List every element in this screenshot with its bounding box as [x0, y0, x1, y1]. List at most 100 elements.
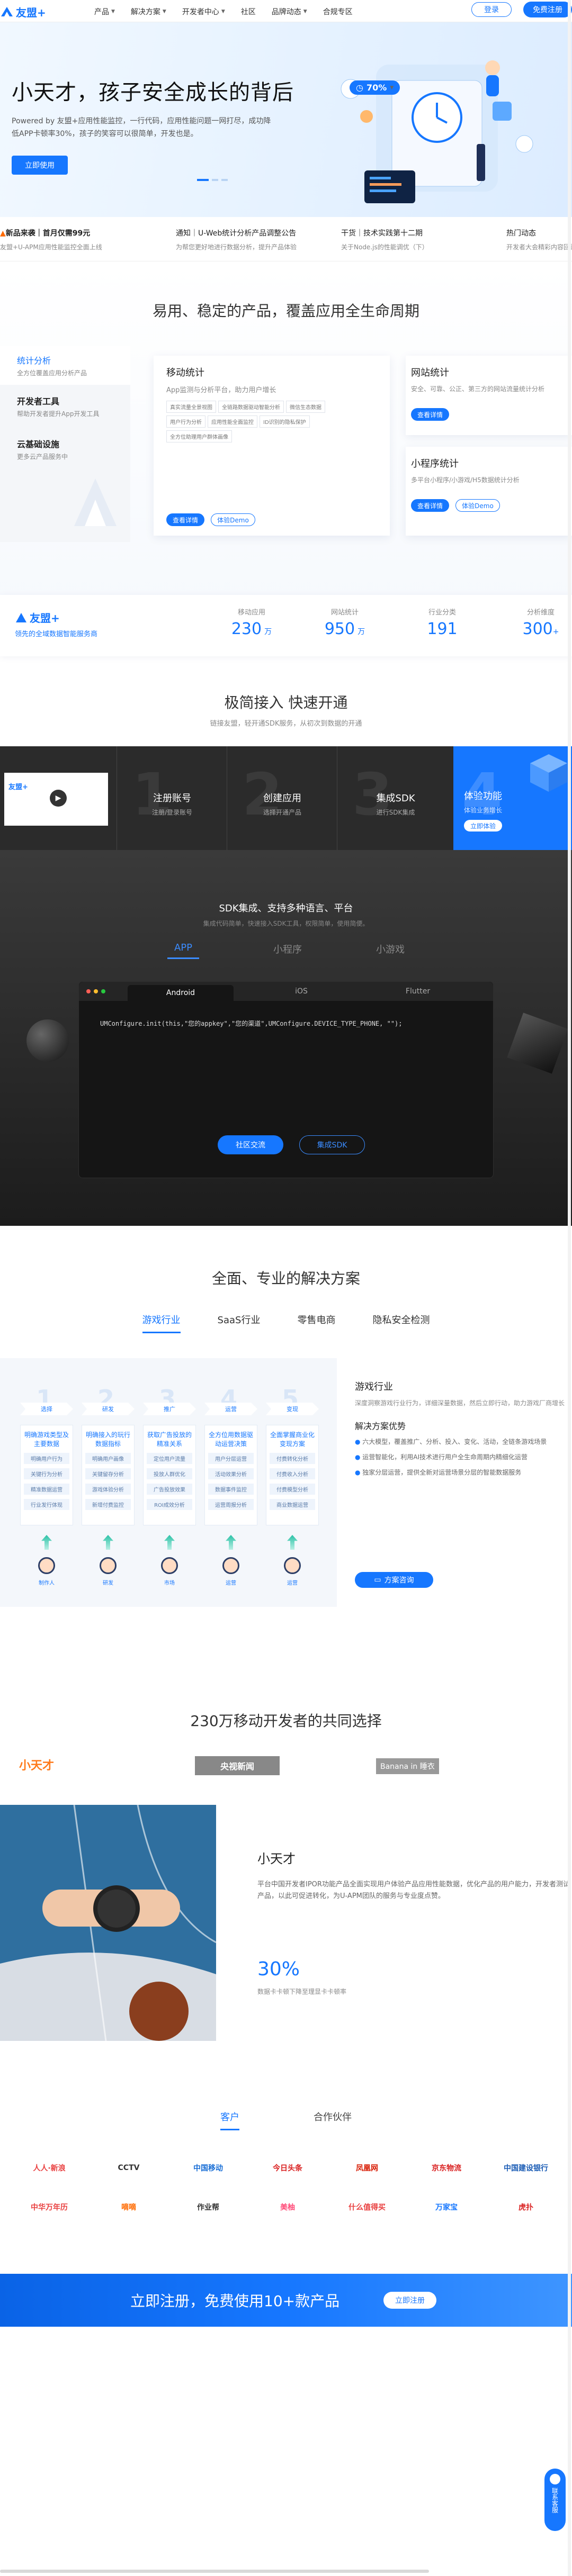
try-now-button[interactable]: 立即体验 — [464, 820, 502, 831]
partner-logo[interactable]: 京东物流 — [412, 2157, 481, 2179]
consult-button[interactable]: ▭ 方案咨询 — [355, 1572, 433, 1588]
nav-menu: 产品 ▼ 解决方案 ▼ 开发者中心 ▼ 社区 品牌动态 ▼ 合规专区 — [94, 6, 353, 17]
card-mobile-analytics[interactable]: 移动统计 App监测与分析平台，助力用户增长 真实流量全景视图 全链路数据驱动智能… — [154, 356, 390, 536]
integrate-sdk-button[interactable]: 集成SDK — [299, 1135, 365, 1154]
sidebar-item-analytics[interactable]: 统计分析 全方位覆盖应用分析产品 — [0, 346, 130, 385]
video-thumbnail[interactable]: 友盟+ ▶ — [4, 773, 108, 826]
login-button[interactable]: 登录 — [471, 2, 512, 17]
partner-logo[interactable]: 凤凰网 — [333, 2157, 401, 2179]
nav-compliance[interactable]: 合规专区 — [323, 6, 353, 17]
partner-logo[interactable]: 今日头条 — [253, 2157, 322, 2179]
access-sub: 链接友盟，轻开通SDK服务，从初次到数据的开通 — [210, 720, 362, 728]
partner-logo[interactable]: CCTV — [94, 2157, 163, 2179]
tab-gaming[interactable]: 游戏行业 — [142, 1313, 181, 1333]
flow-person: 研发 — [103, 1580, 113, 1586]
solution-detail-title: 游戏行业 — [355, 1381, 393, 1393]
code-tab-ios[interactable]: iOS — [248, 987, 354, 996]
nav-brand[interactable]: 品牌动态 ▼ — [272, 6, 307, 17]
tab-partners[interactable]: 合作伙伴 — [314, 2110, 352, 2130]
play-icon[interactable]: ▶ — [50, 790, 67, 807]
page-scrollbar[interactable] — [568, 0, 571, 2576]
news-item[interactable]: 热门动态 开发者大会精彩内容回顾 — [506, 228, 572, 251]
hero-desc-1: Powered by 友盟+应用性能监控，一行代码，应用性能问题一网打尽，成功降 — [12, 117, 271, 125]
news-title: 通知｜U-Web统计分析产品调整公告 — [176, 229, 297, 238]
story-metric: 30% — [257, 1958, 300, 1980]
flow-card: 明确接入的玩行数据指标 明确用户画像 关键留存分析 游戏体验分析 新增付费监控 — [82, 1425, 135, 1525]
floating-contact-label: 联系客服 — [551, 2488, 559, 2513]
stat-label: 行业分类 — [428, 609, 456, 617]
floating-contact-button[interactable]: 联系客服 — [544, 2469, 566, 2531]
carousel-dot[interactable] — [221, 179, 228, 181]
solution-flow-area: 1 选择 明确游戏类型及主要数据 明确用户行为 关键行为分析 精准数据运营 行业发行体现 制作… — [0, 1358, 337, 1607]
partner-logo[interactable]: 虎扑 — [491, 2197, 560, 2218]
step-card[interactable]: 3 集成SDK 进行SDK集成 — [337, 746, 453, 850]
details-button[interactable]: 查看详情 — [411, 499, 449, 512]
nav-community[interactable]: 社区 — [241, 6, 256, 17]
partner-logo[interactable]: 中国建设银行 — [491, 2157, 560, 2179]
customer-logo-cctv-news[interactable]: 央视新闻 — [195, 1756, 280, 1775]
logo-icon — [16, 612, 26, 622]
news-title: 热门动态 — [506, 229, 536, 238]
step-card-active[interactable]: 4 体验功能 体验业务增长 立即体验 — [453, 746, 572, 850]
news-sub: 为帮您更好地进行数据分析，提升产品体验 — [176, 243, 297, 251]
tab-app[interactable]: APP — [167, 942, 199, 959]
code-tab-android[interactable]: Android — [128, 985, 234, 1001]
register-button[interactable]: 免费注册 — [523, 2, 572, 17]
nav-developer[interactable]: 开发者中心 ▼ — [182, 6, 225, 17]
news-item[interactable]: 通知｜U-Web统计分析产品调整公告 为帮您更好地进行数据分析，提升产品体验 — [176, 228, 308, 251]
partner-logo[interactable]: 中国移动 — [174, 2157, 243, 2179]
sidebar-item-devtools[interactable]: 开发者工具 帮助开发者提升App开发工具 — [0, 385, 130, 428]
stats-brand: 友盟+ 领先的全域数据智能服务商 — [15, 610, 97, 638]
hero-cta-button[interactable]: 立即使用 — [12, 156, 68, 175]
card-mini-program[interactable]: 小程序统计 多平台小程序/小游戏/H5数据统计分析 查看详情 体验Demo — [406, 447, 572, 536]
details-button[interactable]: 查看详情 — [166, 513, 204, 526]
partner-logo[interactable]: 作业帮 — [174, 2197, 243, 2218]
partner-logo[interactable]: 人人·新浪 — [15, 2157, 84, 2179]
details-button[interactable]: 查看详情 — [411, 408, 449, 421]
stat-unit: 万 — [264, 628, 272, 636]
tab-privacy[interactable]: 隐私安全检测 — [372, 1313, 430, 1333]
partner-logo[interactable]: 嘀嘀 — [94, 2197, 163, 2218]
demo-button[interactable]: 体验Demo — [211, 513, 255, 526]
tab-mini-program[interactable]: 小程序 — [273, 942, 302, 959]
logo[interactable]: 友盟+ — [0, 4, 46, 20]
flow-card-title: 明确接入的玩行数据指标 — [85, 1431, 130, 1448]
hero-illustration — [341, 60, 533, 203]
tab-saas[interactable]: SaaS行业 — [218, 1313, 261, 1333]
sidebar-illustration — [74, 478, 117, 526]
carousel-dot-active[interactable] — [197, 179, 209, 181]
news-item[interactable]: ▲新品来袭｜首月仅需99元 友盟+U-APM应用性能监控全面上线 — [0, 228, 122, 251]
partner-logo[interactable]: 美柚 — [253, 2197, 322, 2218]
tab-customers[interactable]: 客户 — [220, 2110, 239, 2130]
step-card[interactable]: 1 注册账号 注册/登录账号 — [117, 746, 227, 850]
partner-logo[interactable]: 万家宝 — [412, 2197, 481, 2218]
cta-register-button[interactable]: 立即注册 — [383, 2292, 436, 2309]
feature-tag: 应用性能全面监控 — [208, 415, 257, 428]
customer-logo-banana[interactable]: Banana in 睡衣 — [376, 1758, 439, 1774]
customer-logo-xiaotiancai[interactable]: 小天才 — [19, 1756, 54, 1773]
sidebar-item-cloud[interactable]: 云基础设施 更多云产品服务中 — [0, 428, 130, 471]
stat-label: 网站统计 — [330, 609, 359, 617]
bottom-scrollbar[interactable] — [0, 2570, 429, 2573]
flow-step-arrow: 运营 — [204, 1403, 257, 1415]
code-snippet: UMConfigure.init(this,"您的appkey","您的渠道",… — [100, 1020, 403, 1027]
advantage-item: ● 独家分层运营，提供全新对运营场景分层的智能数据服务 — [355, 1468, 554, 1477]
step-card[interactable]: 2 创建应用 选择开通产品 — [227, 746, 337, 850]
carousel-dot[interactable] — [212, 179, 218, 181]
sidebar-item-label: 云基础设施 — [17, 439, 60, 449]
nav-solutions[interactable]: 解决方案 ▼ — [131, 6, 166, 17]
solution-advantages-title: 解决方案优势 — [355, 1421, 406, 1431]
demo-button[interactable]: 体验Demo — [455, 499, 500, 512]
nav-products[interactable]: 产品 ▼ — [94, 6, 115, 17]
card-web-analytics[interactable]: 网站统计 安全、可靠、公正、第三方的网站流量统计分析 查看详情 — [406, 356, 572, 435]
partner-logo[interactable]: 什么值得买 — [333, 2197, 401, 2218]
stats-bar: 友盟+ 领先的全域数据智能服务商 移动应用 230 万 网站统计 950 万 行业分… — [0, 595, 572, 656]
stat-label: 分析维度 — [526, 609, 555, 617]
news-item[interactable]: 干货｜技术实践第十二期 关于Node.js的性能调优（下） — [341, 228, 468, 251]
flow-column: 1 选择 明确游戏类型及主要数据 明确用户行为 关键行为分析 精准数据运营 行业发行体现 制作… — [20, 1358, 73, 1607]
code-tab-flutter[interactable]: Flutter — [365, 987, 471, 996]
community-button[interactable]: 社区交流 — [218, 1135, 283, 1154]
partner-logo[interactable]: 中华万年历 — [15, 2197, 84, 2218]
tab-retail[interactable]: 零售电商 — [297, 1313, 335, 1333]
tab-mini-game[interactable]: 小游戏 — [376, 942, 405, 959]
